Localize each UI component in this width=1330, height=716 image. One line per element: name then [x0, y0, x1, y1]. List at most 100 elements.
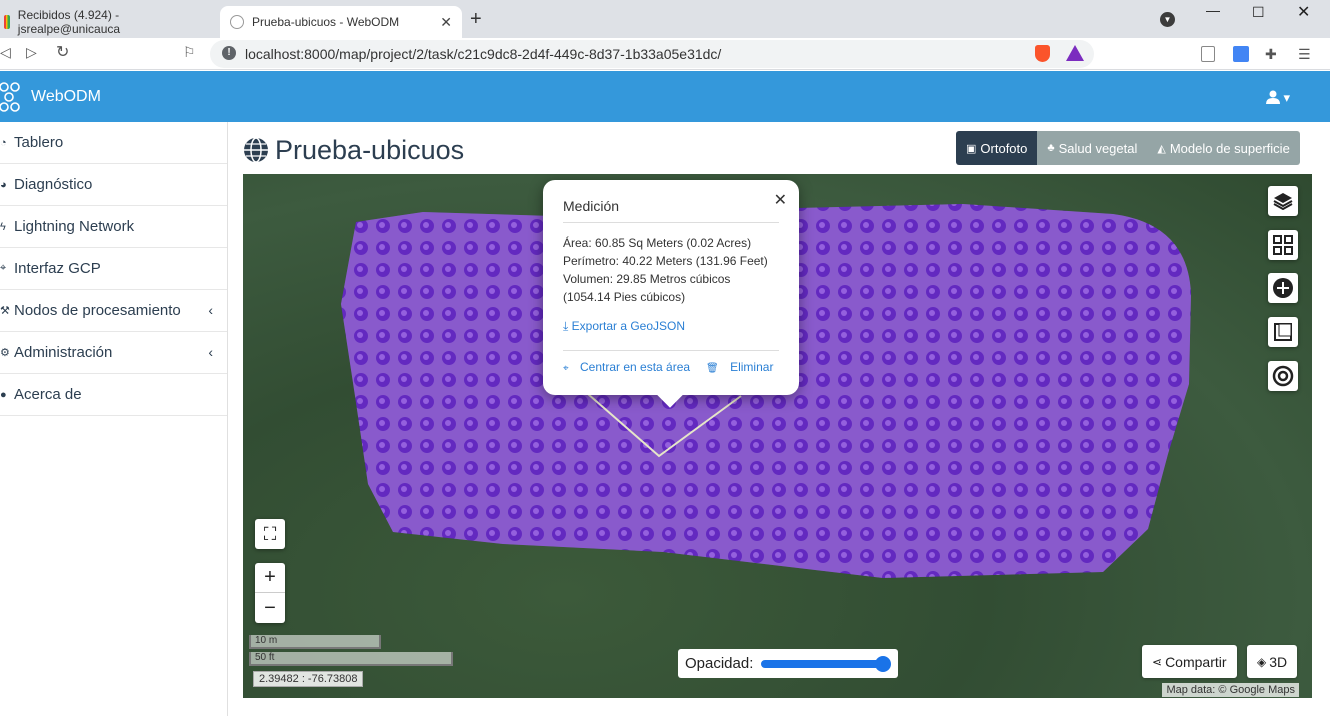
close-tab-icon[interactable]: ✕ — [440, 14, 452, 31]
address-bar[interactable]: ! localhost:8000/map/project/2/task/c21c… — [210, 40, 1094, 68]
seedling-icon: ♣ — [1047, 142, 1055, 154]
chart-area-icon: ◭ — [1157, 142, 1166, 155]
globe-icon — [244, 137, 268, 163]
scale-bar-imperial: 50 ft — [249, 652, 453, 666]
reload-icon[interactable]: ↻ — [56, 42, 69, 62]
window-close-icon[interactable]: ✕ — [1297, 2, 1310, 22]
browser-tab-gmail[interactable]: Recibidos (4.924) - jsrealpe@unicauca — [0, 6, 218, 38]
export-label: Exportar a GeoJSON — [571, 319, 686, 333]
sidebar-item-label: Diagnóstico — [14, 176, 93, 193]
bookmark-icon[interactable]: ⚐ — [183, 44, 196, 61]
site-info-icon[interactable]: ! — [222, 46, 236, 60]
back-icon[interactable]: ◁ — [0, 44, 11, 61]
sidebar-item-lightning[interactable]: ϟ Lightning Network — [0, 206, 227, 248]
surface-model-label: Modelo de superficie — [1169, 140, 1290, 156]
image-icon: ▣ — [966, 142, 977, 155]
layers-icon[interactable] — [1268, 186, 1298, 216]
grid-icon[interactable] — [1268, 230, 1298, 260]
fullscreen-icon[interactable]: ⛶ — [255, 519, 285, 549]
browser-menu-icon[interactable]: ☰ — [1298, 46, 1311, 63]
surface-model-button[interactable]: ◭ Modelo de superficie — [1147, 131, 1300, 165]
popup-body: Área: 60.85 Sq Meters (0.02 Acres) Perím… — [563, 234, 779, 306]
gcp-icon: ⌖ — [0, 262, 7, 274]
sidebar: ◔ Tablero ◕ Diagnóstico ϟ Lightning Netw… — [0, 122, 228, 716]
new-tab-icon[interactable]: + — [470, 8, 482, 31]
popup-actions: ⌖ Centrar en esta área 🗑 Eliminar — [563, 350, 779, 374]
app-header: WebODM ▾ — [0, 71, 1330, 122]
browser-navbar: ◁ ▷ ↻ ⚐ ! localhost:8000/map/project/2/t… — [0, 38, 1330, 70]
url-text: localhost:8000/map/project/2/task/c21c9d… — [245, 46, 722, 62]
translate-icon[interactable] — [1233, 46, 1249, 62]
delete-label: Eliminar — [730, 360, 774, 374]
app-name[interactable]: WebODM — [31, 88, 101, 106]
brave-shields-icon[interactable] — [1035, 45, 1050, 62]
chevron-left-icon[interactable]: ‹ — [208, 302, 213, 318]
view-3d-label: 3D — [1269, 653, 1288, 670]
target-icon[interactable] — [1268, 361, 1298, 391]
sidebar-item-label: Administración — [14, 344, 113, 361]
sidebar-item-diagnostico[interactable]: ◕ Diagnóstico — [0, 164, 227, 206]
page-title: Prueba-ubicuos — [243, 132, 464, 168]
close-icon[interactable]: ✕ — [774, 190, 787, 210]
zoom-in-icon[interactable]: + — [255, 563, 285, 593]
volume-feet-text: (1054.14 Pies cúbicos) — [563, 290, 686, 304]
sidebar-item-label: Lightning Network — [14, 218, 135, 235]
ortho-label: Ortofoto — [980, 140, 1028, 156]
zoom-control: + − — [255, 563, 285, 623]
coordinates-readout: 2.39482 : -76.73808 — [253, 671, 364, 687]
crosshair-icon: ⌖ — [563, 363, 569, 374]
plant-health-button[interactable]: ♣ Salud vegetal — [1037, 131, 1148, 165]
opacity-slider-thumb[interactable] — [875, 655, 892, 672]
share-button[interactable]: ⋖ Compartir — [1142, 645, 1237, 678]
brave-rewards-icon[interactable] — [1066, 45, 1084, 61]
ortho-button[interactable]: ▣ Ortofoto — [956, 131, 1038, 165]
scale-bar-metric: 10 m — [249, 635, 381, 649]
view-3d-button[interactable]: ◈ 3D — [1247, 645, 1298, 678]
reader-icon[interactable] — [1201, 46, 1215, 62]
opacity-slider[interactable] — [761, 655, 892, 672]
sidebar-item-admin[interactable]: ⚙ Administración ‹ — [0, 332, 227, 374]
download-icon: ⤓ — [563, 319, 569, 333]
tab-title: Prueba-ubicuos - WebODM — [252, 15, 400, 29]
chevron-left-icon[interactable]: ‹ — [208, 344, 213, 360]
volume-text: Volumen: 29.85 Metros cúbicos — [563, 272, 731, 286]
share-icon: ⋖ — [1152, 654, 1163, 669]
sidebar-item-tablero[interactable]: ◔ Tablero — [0, 122, 227, 164]
browser-tab-webodm[interactable]: Prueba-ubicuos - WebODM ✕ — [220, 6, 462, 38]
sidebar-item-nodos[interactable]: ⚒ Nodos de procesamiento ‹ — [0, 290, 227, 332]
area-text: Área: 60.85 Sq Meters (0.02 Acres) — [563, 236, 752, 250]
share-label: Compartir — [1165, 653, 1227, 670]
forward-icon[interactable]: ▷ — [26, 44, 37, 61]
popup-title: Medición — [563, 198, 779, 223]
measurement-popup: ✕ Medición Área: 60.85 Sq Meters (0.02 A… — [543, 180, 799, 395]
browser-tabbar: Recibidos (4.924) - jsrealpe@unicauca Pr… — [0, 0, 1330, 38]
sidebar-item-acerca[interactable]: ● Acerca de — [0, 374, 227, 416]
layer-toggle-group: ▣ Ortofoto ♣ Salud vegetal ◭ Modelo de s… — [956, 131, 1300, 165]
tab-search-icon[interactable]: ▼ — [1160, 12, 1175, 27]
add-annotation-icon[interactable] — [1268, 273, 1298, 303]
admin-icon: ⚙ — [0, 347, 10, 359]
extensions-icon[interactable]: ✚ — [1265, 46, 1277, 63]
lightning-icon: ϟ — [0, 220, 6, 233]
export-geojson-link[interactable]: ⤓ Exportar a GeoJSON — [563, 319, 779, 334]
user-menu-icon[interactable]: ▾ — [1265, 90, 1290, 106]
opacity-control: Opacidad: — [678, 649, 898, 678]
delete-link[interactable]: 🗑 Eliminar — [706, 360, 773, 374]
ruler-icon[interactable] — [1268, 317, 1298, 347]
sidebar-item-label: Interfaz GCP — [14, 260, 101, 277]
center-area-link[interactable]: ⌖ Centrar en esta área — [563, 360, 690, 374]
zoom-out-icon[interactable]: − — [255, 593, 285, 623]
cube-icon: ◈ — [1257, 654, 1267, 669]
tab-title: Recibidos (4.924) - jsrealpe@unicauca — [17, 8, 121, 36]
map-view[interactable]: ✕ Medición Área: 60.85 Sq Meters (0.02 A… — [243, 174, 1312, 698]
maximize-icon[interactable]: ☐ — [1252, 4, 1265, 21]
gmail-icon — [4, 15, 10, 29]
sidebar-item-label: Acerca de — [14, 386, 82, 403]
center-label: Centrar en esta área — [579, 360, 691, 374]
webodm-icon — [230, 15, 244, 29]
webodm-logo-icon[interactable] — [0, 81, 24, 113]
trash-icon: 🗑 — [706, 363, 719, 374]
plant-health-label: Salud vegetal — [1058, 140, 1138, 156]
sidebar-item-gcp[interactable]: ⌖ Interfaz GCP — [0, 248, 227, 290]
minimize-icon[interactable]: — — [1206, 2, 1220, 18]
